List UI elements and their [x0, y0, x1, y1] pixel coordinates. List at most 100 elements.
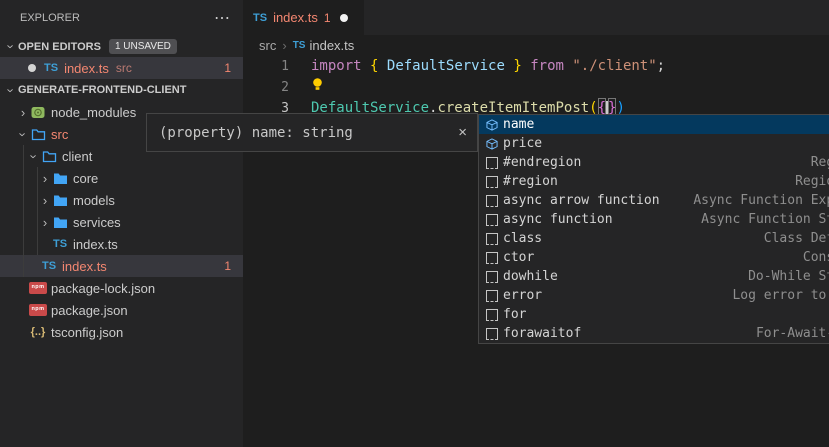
suggest-detail: Do-While Statement	[748, 269, 829, 284]
folder-icon	[52, 216, 68, 229]
chevron-right-icon: ›	[38, 172, 52, 185]
snippet-icon	[483, 233, 500, 245]
open-editors-section-header[interactable]: › OPEN EDITORS 1 UNSAVED	[0, 36, 243, 57]
npm-icon: npm	[30, 304, 46, 316]
suggest-item-error[interactable]: errorLog error to console	[479, 286, 829, 305]
snippet-icon	[483, 309, 500, 321]
tree-item-label: index.ts	[62, 259, 107, 274]
tree-item-label: package-lock.json	[51, 281, 155, 296]
suggest-detail: Region Start	[795, 174, 829, 189]
suggest-label: error	[503, 288, 542, 303]
field-icon	[483, 118, 500, 132]
chevron-down-icon: ›	[28, 149, 41, 163]
tree-item-label: models	[73, 193, 115, 208]
breadcrumb: src › TS index.ts	[243, 35, 829, 56]
open-editors-label: OPEN EDITORS	[18, 41, 101, 53]
explorer-title: EXPLORER	[20, 12, 80, 24]
suggest-detail: Async Function Expression	[693, 193, 829, 208]
chevron-right-icon: ›	[38, 194, 52, 207]
tree-item-label: index.ts	[73, 237, 118, 252]
suggest-detail: For-Await-Of Loop	[756, 326, 829, 341]
more-actions-icon[interactable]: ⋯	[214, 8, 231, 28]
npm-icon: npm	[30, 282, 46, 294]
close-icon[interactable]: ×	[458, 124, 467, 141]
field-icon	[483, 137, 500, 151]
folder-open-icon	[30, 128, 46, 141]
tree-item-label: tsconfig.json	[51, 325, 123, 340]
tab-index-ts[interactable]: TS index.ts 1	[243, 0, 364, 35]
breadcrumb-file[interactable]: index.ts	[309, 38, 354, 53]
typescript-icon: TS	[293, 40, 306, 51]
code-editor[interactable]: 1import { DefaultService } from "./clien…	[243, 56, 829, 119]
suggest-item-price[interactable]: price	[479, 134, 829, 153]
suggest-item-async-function[interactable]: async function Async Function Statement	[479, 210, 829, 229]
suggest-label: async function	[503, 212, 613, 227]
breadcrumb-folder[interactable]: src	[259, 38, 276, 53]
line-number: 2	[243, 77, 289, 98]
sidebar-header: EXPLORER ⋯	[0, 0, 243, 35]
suggest-item-forawaitof[interactable]: forawaitof For-Await-Of Loop	[479, 324, 829, 343]
suggest-item-ctor[interactable]: ctor Constructor	[479, 248, 829, 267]
suggest-label: ctor	[503, 250, 534, 265]
modified-dot-icon[interactable]	[28, 64, 36, 72]
suggest-item--region[interactable]: #regionRegion Start	[479, 172, 829, 191]
workspace-section-header[interactable]: › GENERATE-FRONTEND-CLIENT	[0, 79, 243, 101]
tree-item-label: services	[73, 215, 121, 230]
tree-item-tsconfig-json[interactable]: ›{..}tsconfig.json	[0, 321, 243, 343]
suggest-item-async-arrow-function[interactable]: async arrow function Async Function Expre…	[479, 191, 829, 210]
suggest-widget: name price #endregionRegion End#regionRegi…	[478, 114, 829, 344]
suggest-label: name	[503, 117, 534, 132]
typescript-icon: TS	[253, 12, 267, 24]
problems-badge: 1	[224, 61, 231, 75]
tree-item-label: package.json	[51, 303, 128, 318]
tree-item-package-lock-json[interactable]: ›npmpackage-lock.json	[0, 277, 243, 299]
unsaved-dot-icon[interactable]	[340, 14, 348, 22]
suggest-label: price	[503, 136, 542, 151]
json-braces-icon: {..}	[30, 326, 46, 338]
suggest-label: async arrow function	[503, 193, 660, 208]
tree-item-index-ts[interactable]: ›TSindex.ts1	[0, 255, 243, 277]
typescript-icon: TS	[41, 260, 57, 272]
snippet-icon	[483, 328, 500, 340]
node-modules-icon	[30, 106, 46, 119]
suggest-item-name[interactable]: name	[479, 115, 829, 134]
tree-item-label: client	[62, 149, 92, 164]
suggest-detail: Async Function Statement	[701, 212, 829, 227]
suggest-detail: Region End	[811, 155, 829, 170]
tree-item-label: src	[51, 127, 68, 142]
problems-badge: 1	[224, 259, 231, 273]
code-line-2[interactable]: 2	[243, 77, 829, 98]
suggest-item-for[interactable]: for	[479, 305, 829, 324]
suggest-item-class[interactable]: classClass Definition	[479, 229, 829, 248]
tree-item-label: node_modules	[51, 105, 136, 120]
suggest-detail: Constructor	[803, 250, 829, 265]
editor-tab-bar: TS index.ts 1	[243, 0, 829, 35]
open-editor-item-index-ts[interactable]: TS index.ts src 1	[0, 57, 243, 79]
lightbulb-icon	[311, 77, 324, 98]
suggest-detail: Class Definition	[764, 231, 829, 246]
code-line-1[interactable]: 1import { DefaultService } from "./clien…	[243, 56, 829, 77]
tooltip-text: (property) name: string	[159, 125, 353, 141]
snippet-icon	[483, 271, 500, 283]
snippet-icon	[483, 214, 500, 226]
open-editor-filename: index.ts	[64, 61, 109, 76]
typescript-icon: TS	[52, 238, 68, 250]
snippet-icon	[483, 157, 500, 169]
suggest-item-dowhile[interactable]: dowhileDo-While Statement	[479, 267, 829, 286]
folder-open-icon	[41, 150, 57, 163]
snippet-icon	[483, 176, 500, 188]
tab-problems-badge: 1	[324, 11, 331, 25]
suggest-label: forawaitof	[503, 326, 581, 341]
folder-icon	[52, 194, 68, 207]
tree-item-package-json[interactable]: ›npmpackage.json	[0, 299, 243, 321]
folder-icon	[52, 172, 68, 185]
tab-title: index.ts	[273, 10, 318, 25]
snippet-icon	[483, 290, 500, 302]
suggest-item--endregion[interactable]: #endregionRegion End	[479, 153, 829, 172]
breadcrumb-separator-icon: ›	[282, 38, 286, 53]
snippet-icon	[483, 195, 500, 207]
tree-item-label: core	[73, 171, 98, 186]
workspace-label: GENERATE-FRONTEND-CLIENT	[18, 84, 186, 96]
vscode-window: EXPLORER ⋯ › OPEN EDITORS 1 UNSAVED TS i…	[0, 0, 829, 447]
chevron-down-icon: ›	[5, 83, 18, 97]
